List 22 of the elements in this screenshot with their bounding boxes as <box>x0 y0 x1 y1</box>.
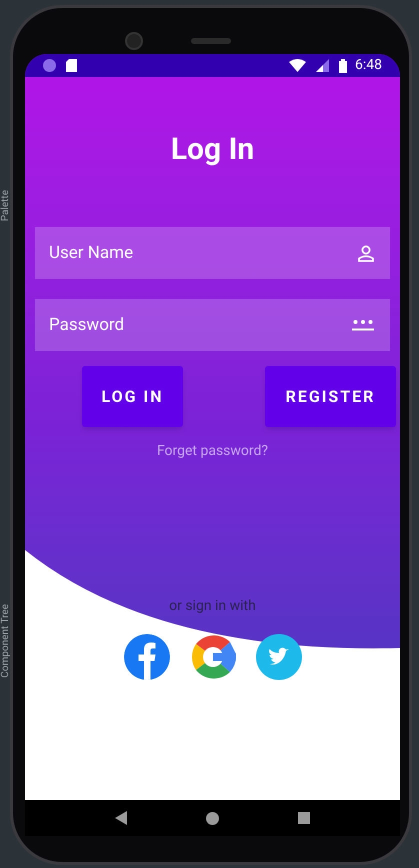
screen-title: Log In <box>170 131 256 169</box>
forgot-password-link[interactable]: Forget password? <box>156 441 268 462</box>
wifi-icon <box>289 59 306 72</box>
sd-card-icon <box>66 59 77 72</box>
recents-icon[interactable] <box>298 812 310 824</box>
login-button[interactable]: LOG IN <box>82 366 183 427</box>
bird-icon[interactable] <box>256 634 302 680</box>
home-icon[interactable] <box>206 812 219 824</box>
camera-icon <box>125 32 143 50</box>
register-button[interactable]: REGISTER <box>265 366 396 427</box>
sign-in-caption: or sign in with <box>169 597 256 616</box>
status-time: 6:48 <box>355 56 382 75</box>
panel-tab[interactable]: Component Tree <box>0 604 12 678</box>
back-icon[interactable] <box>114 811 127 825</box>
person-icon <box>358 244 374 262</box>
panel-tab[interactable]: Palette <box>0 190 12 222</box>
speaker-grille <box>191 38 231 44</box>
facebook-icon[interactable] <box>124 634 170 680</box>
signal-icon <box>316 59 329 72</box>
battery-icon <box>339 58 347 72</box>
google-icon[interactable] <box>190 634 236 680</box>
password-mask-icon <box>352 319 374 331</box>
